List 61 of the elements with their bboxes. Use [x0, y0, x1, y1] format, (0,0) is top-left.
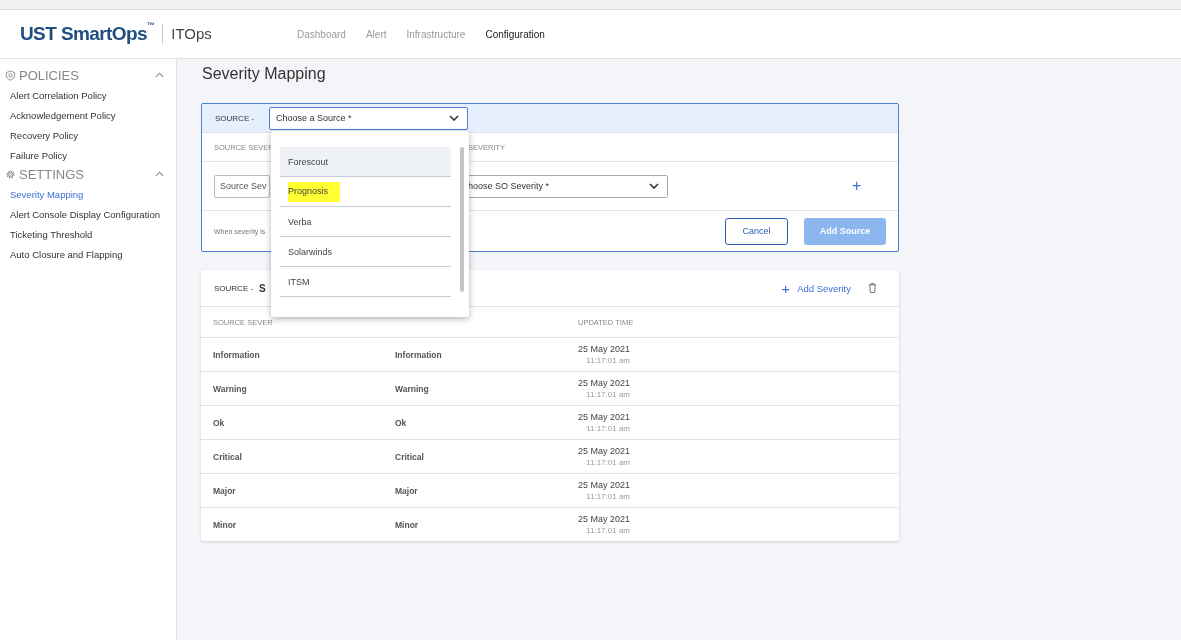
- section-title: SETTINGS: [19, 166, 85, 182]
- sidebar-item[interactable]: Alert Console Display Configuration: [0, 205, 176, 225]
- table-cell-text: Ok: [395, 417, 408, 428]
- add-severity-link[interactable]: + Add Severity: [781, 279, 851, 297]
- gear-icon: [5, 168, 16, 180]
- table-cell-text: Critical: [395, 451, 425, 462]
- date-text: 25 May 2021: [577, 514, 630, 524]
- date-text: 25 May 2021: [577, 412, 630, 422]
- dropdown-option[interactable]: Prognosis: [280, 177, 451, 207]
- text-highlight: Prognosis: [288, 181, 341, 202]
- table-cell-text: Information: [213, 349, 261, 360]
- source-select[interactable]: Choose a Source *: [269, 106, 468, 130]
- table-cell-text: Major: [395, 485, 419, 496]
- source-label: SOURCE -: [214, 283, 255, 293]
- time-text: 11:17:01 am: [586, 356, 630, 365]
- dropdown-option[interactable]: Forescout: [280, 147, 451, 177]
- page-title: Severity Mapping: [202, 65, 327, 83]
- table-cell-text: Ok: [213, 417, 226, 428]
- sidebar-item[interactable]: Ticketing Threshold: [0, 225, 176, 245]
- dropdown-option[interactable]: Solarwinds: [280, 237, 451, 267]
- product-name: ITOps: [162, 24, 212, 44]
- table-cell-text: Critical: [213, 451, 243, 462]
- table-cell-text: Warning: [213, 383, 248, 394]
- sidebar-item[interactable]: Auto Closure and Flapping: [0, 245, 176, 265]
- sidebar-item[interactable]: Failure Policy: [0, 146, 176, 166]
- trash-icon[interactable]: [868, 282, 877, 294]
- shield-icon: [5, 69, 16, 81]
- table-cell-text: Information: [395, 349, 443, 360]
- dropdown-option[interactable]: Verba: [280, 207, 451, 237]
- source-name: S: [259, 282, 266, 294]
- sidebar-item[interactable]: Recovery Policy: [0, 126, 176, 146]
- time-text: 11:17:01 am: [586, 424, 630, 433]
- sidebar-item[interactable]: Acknowledgement Policy: [0, 106, 176, 126]
- cancel-button[interactable]: Cancel: [725, 217, 788, 245]
- table-cell-text: Major: [213, 485, 237, 496]
- add-button[interactable]: +: [852, 177, 862, 195]
- table-cell-text: Warning: [395, 383, 430, 394]
- chevron-down-icon: [449, 115, 459, 121]
- logo-text: UST SmartOps$^{™}$: [20, 23, 155, 45]
- dropdown-option[interactable]: ITSM: [280, 267, 451, 297]
- time-text: 11:17:01 am: [586, 492, 630, 501]
- section-title: POLICIES: [19, 67, 80, 83]
- table-cell-text: Minor: [213, 519, 238, 530]
- chevron-down-icon: [649, 183, 659, 189]
- date-text: 25 May 2021: [577, 446, 630, 456]
- sidebar-item[interactable]: Severity Mapping: [0, 185, 176, 205]
- date-text: 25 May 2021: [577, 344, 630, 354]
- time-text: 11:17:01 am: [586, 526, 630, 535]
- chevron-up-icon[interactable]: [155, 72, 164, 78]
- date-text: 25 May 2021: [577, 378, 630, 388]
- nav-link[interactable]: Configuration: [485, 28, 545, 40]
- chevron-up-icon[interactable]: [155, 171, 164, 177]
- scrollbar[interactable]: [460, 147, 464, 292]
- table-cell-text: Minor: [395, 519, 420, 530]
- time-text: 11:17:01 am: [586, 458, 630, 467]
- so-severity-select[interactable]: hoose SO Severity *: [468, 174, 668, 198]
- date-text: 25 May 2021: [577, 480, 630, 490]
- source-label: SOURCE -: [215, 113, 256, 123]
- sidebar-item[interactable]: Alert Correlation Policy: [0, 86, 176, 106]
- input-field[interactable]: Source Sev: [214, 174, 270, 198]
- time-text: 11:17:01 am: [586, 390, 630, 399]
